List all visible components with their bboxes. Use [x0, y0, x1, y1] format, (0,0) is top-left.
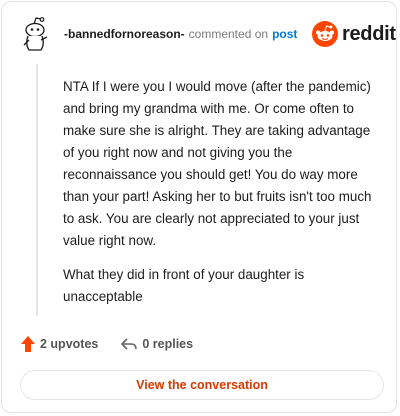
reddit-logo[interactable]: reddit: [312, 21, 396, 47]
reddit-snoo-icon: [312, 21, 338, 47]
avatar[interactable]: [20, 16, 52, 52]
post-link[interactable]: post: [272, 27, 297, 41]
upvote-button[interactable]: 2 upvotes: [20, 335, 98, 353]
comment-body: NTA If I were you I would move (after th…: [63, 76, 381, 320]
replies-count: 0 replies: [142, 337, 194, 351]
reply-arrow-icon: [121, 338, 138, 350]
comment-header: -bannedfornoreason- commented on post: [64, 27, 297, 41]
upvote-arrow-icon: [21, 336, 35, 352]
reddit-wordmark: reddit: [342, 22, 396, 45]
reply-button[interactable]: 0 replies: [120, 336, 193, 352]
comment-footer: 2 upvotes 0 replies: [20, 335, 193, 353]
thread-line: [36, 64, 38, 316]
action-text: commented on: [188, 27, 269, 41]
comment-paragraph: NTA If I were you I would move (after th…: [63, 79, 372, 248]
comment-card: -bannedfornoreason- commented on post re…: [1, 1, 397, 413]
snoo-avatar-icon: [23, 17, 48, 51]
upvotes-count: 2 upvotes: [40, 337, 99, 351]
comment-paragraph: What they did in front of your daughter …: [63, 267, 305, 304]
author-username[interactable]: -bannedfornoreason-: [64, 27, 185, 41]
view-conversation-button[interactable]: View the conversation: [20, 370, 384, 400]
